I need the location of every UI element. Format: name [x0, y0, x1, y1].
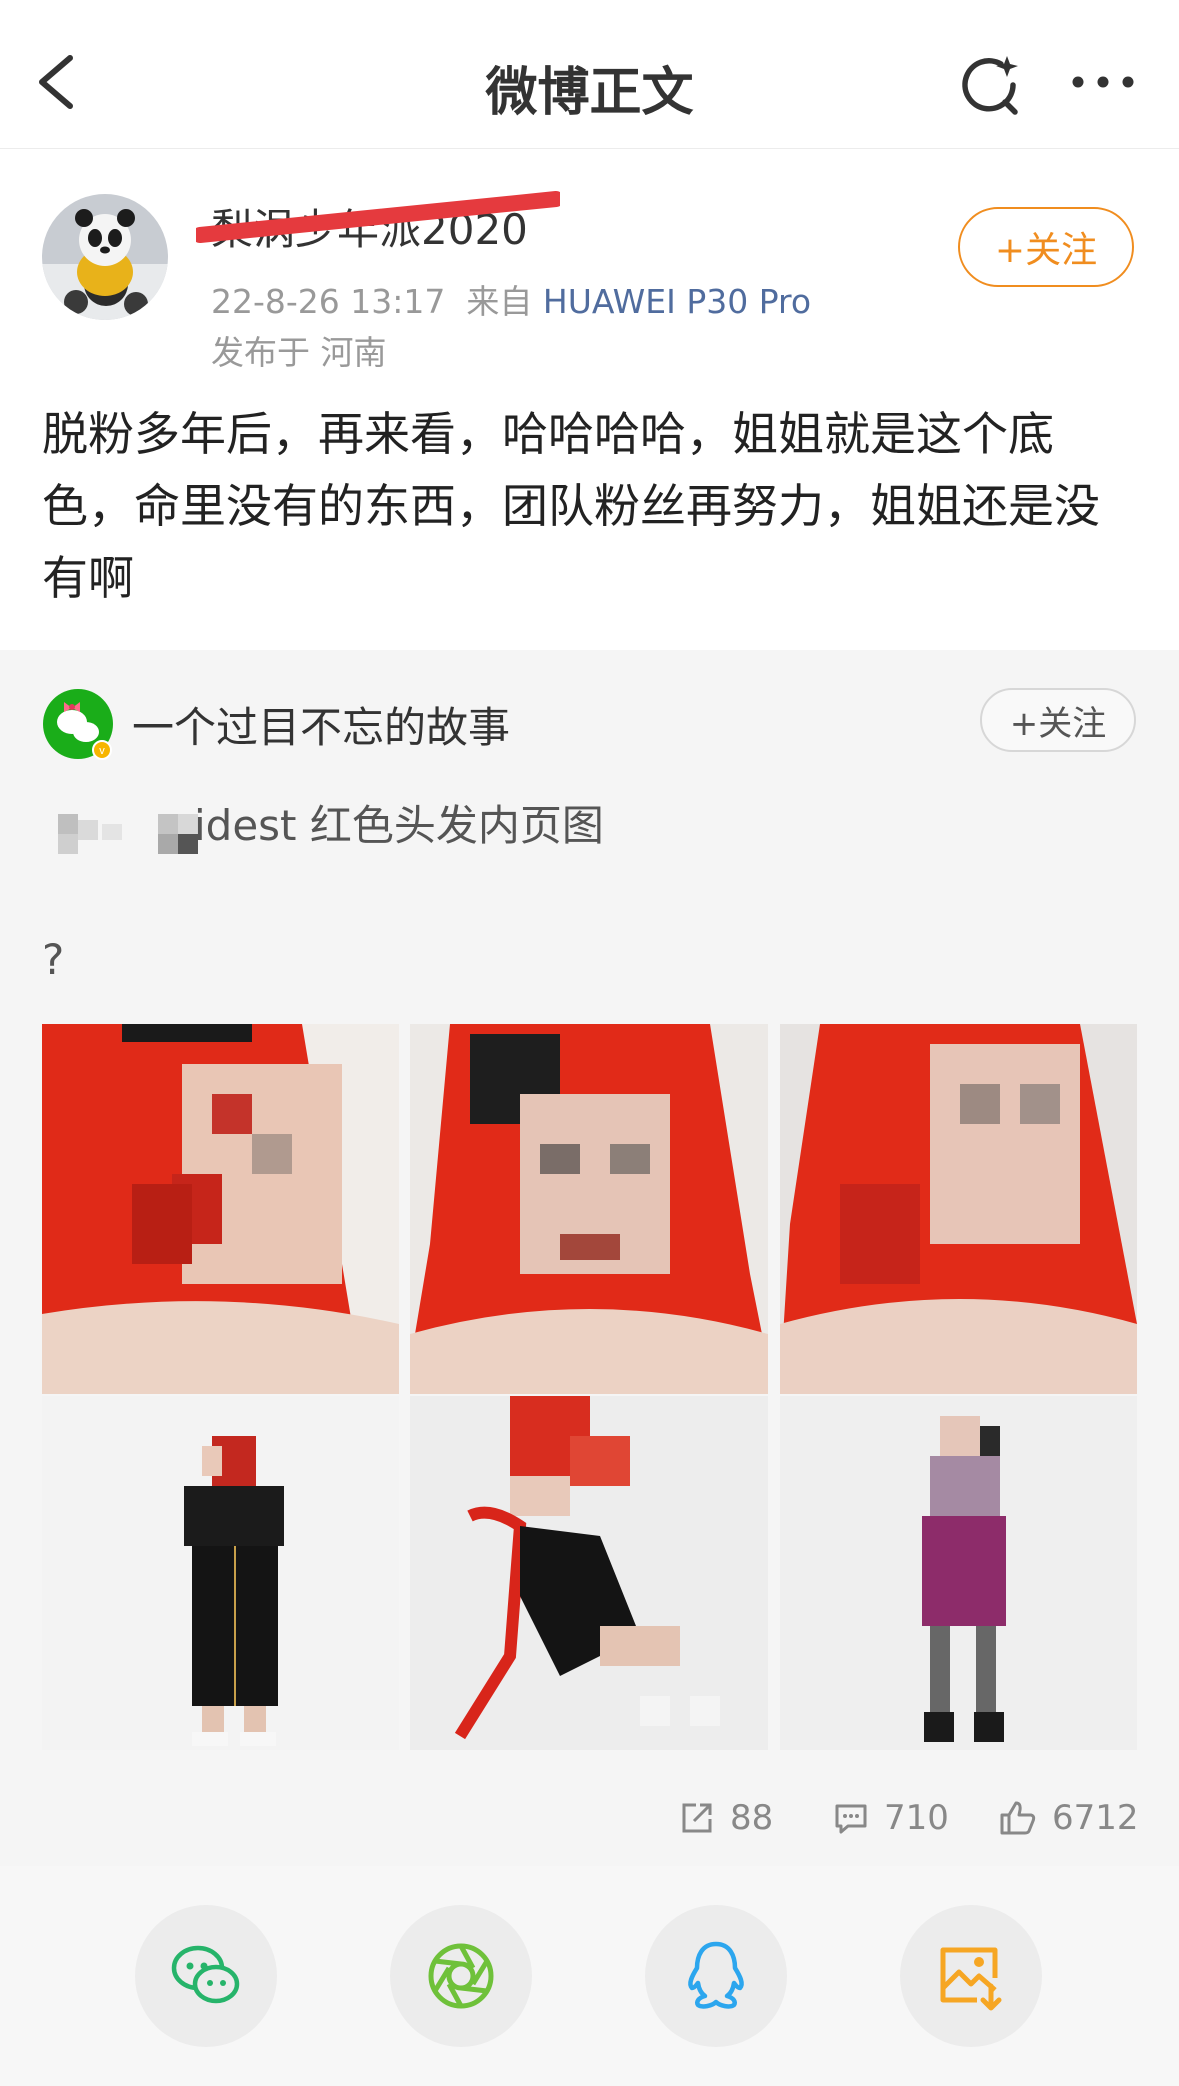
- qq-icon: [688, 1941, 744, 2009]
- comment-count[interactable]: 710: [832, 1798, 949, 1838]
- share-icon: [682, 1803, 712, 1833]
- like-count[interactable]: 6712: [998, 1798, 1139, 1838]
- post-text: 脱粉多年后，再来看，哈哈哈哈，姐姐就是这个底色，命里没有的东西，团队粉丝再努力，…: [42, 407, 1100, 605]
- photo-image: [410, 1396, 768, 1750]
- strike-scribble: [196, 191, 560, 243]
- photo-image: [780, 1024, 1137, 1394]
- repost-text: idest 红色头发内页图: [194, 801, 604, 850]
- moments-icon: [428, 1943, 494, 2009]
- post-time: 22-8-26 13:17: [211, 282, 446, 321]
- save-image-icon: [940, 1947, 1002, 2011]
- photo-3[interactable]: [780, 1024, 1137, 1394]
- avatar-image: [42, 194, 168, 320]
- repost-author-name[interactable]: 一个过目不忘的故事: [132, 694, 510, 755]
- photo-image: [410, 1024, 768, 1394]
- refresh-button[interactable]: [955, 50, 1025, 120]
- share-moments-button[interactable]: [390, 1905, 532, 2047]
- photo-5[interactable]: [410, 1396, 768, 1750]
- thumbs-up-icon: [1000, 1801, 1036, 1835]
- post-source[interactable]: HUAWEI P30 Pro: [543, 282, 811, 321]
- photo-4[interactable]: [42, 1396, 399, 1750]
- comment-count-value: 710: [884, 1798, 949, 1838]
- save-image-button[interactable]: [900, 1905, 1042, 2047]
- share-qq-button[interactable]: [645, 1905, 787, 2047]
- follow-button[interactable]: +关注: [958, 207, 1134, 287]
- repost-question: ?: [42, 935, 65, 984]
- repost-avatar[interactable]: v: [42, 688, 114, 760]
- photo-image: [780, 1396, 1137, 1750]
- like-count-value: 6712: [1052, 1798, 1139, 1838]
- photo-2[interactable]: [410, 1024, 768, 1394]
- mosaic-blur: [58, 814, 198, 854]
- photo-image: [42, 1024, 399, 1394]
- more-icon: [1072, 76, 1134, 88]
- avatar[interactable]: [42, 194, 168, 320]
- wechat-icon: [171, 1945, 240, 2004]
- more-button[interactable]: [1068, 62, 1138, 102]
- photo-image: [42, 1396, 399, 1750]
- share-count[interactable]: 88: [678, 1798, 773, 1838]
- from-label: 来自: [466, 282, 533, 321]
- photo-1[interactable]: [42, 1024, 399, 1394]
- wechat-avatar-icon: v: [43, 689, 113, 760]
- svg-text:v: v: [99, 745, 105, 757]
- refresh-icon: [962, 56, 1018, 115]
- comment-icon: [835, 1804, 867, 1834]
- share-count-value: 88: [730, 1798, 774, 1838]
- repost-follow-button[interactable]: +关注: [980, 688, 1136, 752]
- photo-6[interactable]: [780, 1396, 1137, 1750]
- post-location: 发布于 河南: [211, 333, 387, 372]
- share-wechat-button[interactable]: [135, 1905, 277, 2047]
- post-meta: 22-8-26 13:17 来自 HUAWEI P30 Pro: [211, 275, 811, 323]
- nav-bar: 微博正文: [0, 0, 1179, 149]
